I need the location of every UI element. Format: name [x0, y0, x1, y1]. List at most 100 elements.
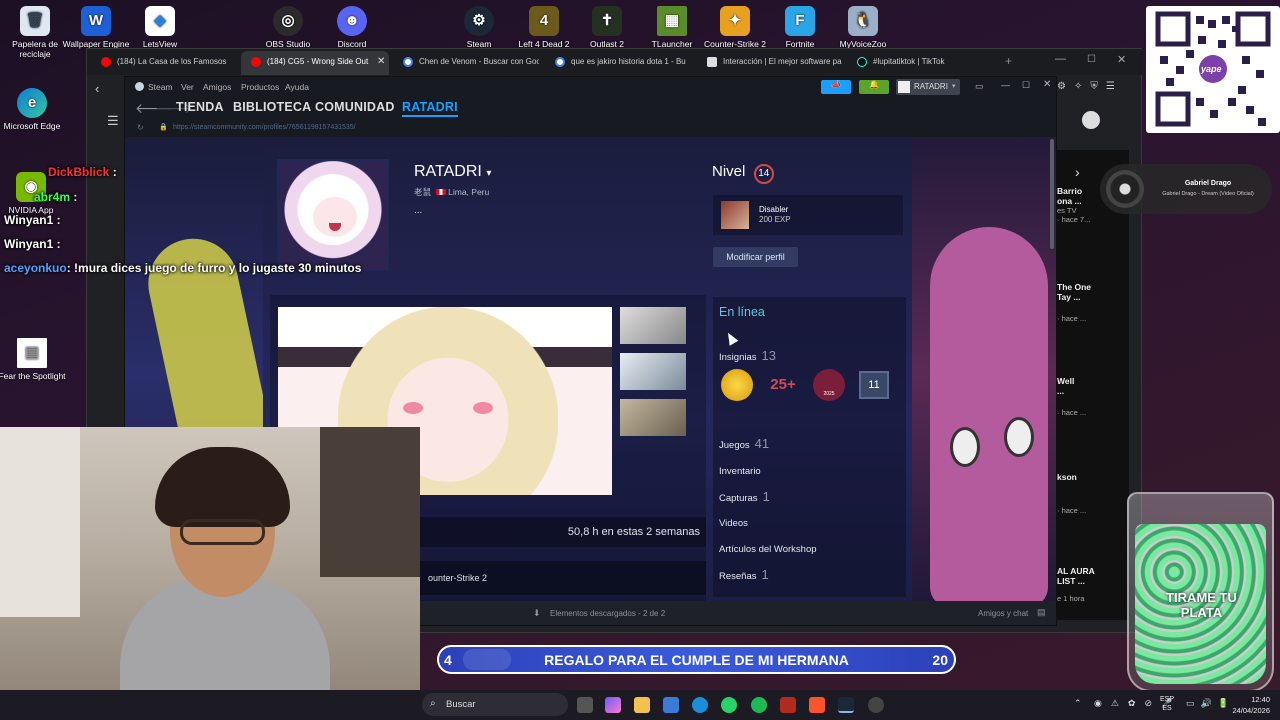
left4dead-icon: 4: [529, 6, 559, 36]
copilot-icon[interactable]: [605, 697, 621, 713]
sidebar-video-item[interactable]: The One Tay ... · hace ...: [1057, 282, 1127, 342]
badges-label: Insignias: [719, 352, 757, 363]
desktop-icon-fear-spotlight[interactable]: ▤ Fear the Spotlight: [0, 338, 67, 381]
inventory-link[interactable]: Inventario: [719, 466, 761, 477]
browser-tab[interactable]: (184) La Casa de los Famosos: [91, 51, 237, 75]
workshop-link[interactable]: Artículos del Workshop: [719, 544, 817, 555]
reload-icon[interactable]: ↻: [137, 123, 144, 132]
desktop-icon-tlauncher[interactable]: ▦ TLauncher: [637, 6, 707, 49]
bunny-eye: [1004, 417, 1034, 457]
spotify-icon[interactable]: [751, 697, 767, 713]
big-picture-icon[interactable]: ▭: [975, 81, 984, 92]
showcase-thumb[interactable]: [620, 399, 686, 436]
close-tab-icon[interactable]: ✕: [377, 56, 385, 67]
videos-link[interactable]: Videos: [719, 518, 748, 529]
menu-amigos[interactable]: Amigos: [203, 82, 231, 92]
games-link[interactable]: Juegos 41: [719, 435, 769, 453]
sidebar-video-item[interactable]: Well... · hace ...: [1057, 376, 1127, 436]
edge-icon[interactable]: [692, 697, 708, 713]
close-window-icon[interactable]: ✕: [1117, 53, 1126, 66]
steam-scrollbar[interactable]: [1050, 139, 1054, 249]
desktop-icon-cs2[interactable]: ✦ Counter-Strike 2: [700, 6, 770, 49]
whatsapp-icon[interactable]: [721, 697, 737, 713]
sidebar-video-item[interactable]: AL AURA LIST ... e 1 hora: [1057, 566, 1127, 616]
minimize-icon[interactable]: —: [1055, 53, 1066, 65]
nav-ratadri[interactable]: RATADRI: [402, 100, 458, 117]
menu-steam[interactable]: Steam: [148, 82, 173, 92]
badges-link[interactable]: Insignias 13: [719, 347, 776, 365]
announce-button[interactable]: 📣: [821, 80, 851, 94]
profile-avatar[interactable]: [1082, 111, 1100, 129]
desktop-icon-myvoicezoo[interactable]: 🐧 MyVoiceZoo: [828, 6, 898, 49]
steam-url-bar[interactable]: ↻ 🔒 https://steamcommunity.com/profiles/…: [125, 121, 1056, 137]
level-badge-icon[interactable]: 11: [859, 371, 889, 399]
sidebar-video-item[interactable]: kson · hace ...: [1057, 472, 1127, 522]
desktop-icon-obs[interactable]: ◎ OBS Studio: [253, 6, 323, 49]
background-art-bunny: [930, 227, 1048, 607]
account-menu[interactable]: RATADRI ▾: [896, 79, 960, 95]
profile-name[interactable]: RATADRI ▾: [414, 163, 491, 181]
menu-ver[interactable]: Ver: [181, 82, 194, 92]
desktop-icon-wallpaper-engine[interactable]: W Wallpaper Engine: [61, 6, 131, 49]
menu-icon[interactable]: ☰: [107, 113, 119, 129]
browser-tab[interactable]: Interacción | El mejor software pa: [697, 51, 843, 75]
chat-text: : !mura dices juego de furro y lo jugast…: [66, 261, 362, 275]
nav-comunidad[interactable]: COMUNIDAD: [315, 100, 395, 114]
browser-tab-active[interactable]: (184) CG5 - Wrong Side Out: [241, 51, 389, 75]
nav-biblioteca[interactable]: BIBLIOTECA: [233, 100, 311, 114]
steam-minimize-icon[interactable]: —: [1001, 80, 1010, 90]
back-icon[interactable]: ‹: [95, 81, 99, 96]
steam-taskbar-icon[interactable]: [838, 697, 854, 713]
download-icon: ⬇: [533, 608, 541, 618]
friends-chat-link[interactable]: Amigos y chat: [978, 609, 1028, 618]
reviews-link[interactable]: Reseñas 1: [719, 566, 769, 584]
lock-icon: 🔒: [159, 124, 168, 131]
friends-chat-icon[interactable]: ▤: [1037, 607, 1046, 618]
years-badge-icon[interactable]: 25+: [765, 371, 801, 399]
browser-tab[interactable]: Chen de Venom - Buscar con Goo: [393, 51, 539, 75]
desktop-icon-letsview[interactable]: ◆ LetsView: [125, 6, 195, 49]
showcase-thumb[interactable]: [620, 307, 686, 344]
screenshots-link[interactable]: Capturas 1: [719, 488, 770, 506]
desktop-icon-outlast[interactable]: ✝ Outlast 2: [572, 6, 642, 49]
task-view-icon[interactable]: [577, 697, 593, 713]
downloads-status[interactable]: Elementos descargados - 2 de 2: [550, 609, 665, 618]
menu-productos[interactable]: Productos: [241, 82, 279, 92]
file-explorer-icon[interactable]: [634, 697, 650, 713]
steam-close-icon[interactable]: ✕: [1043, 79, 1051, 90]
desktop-icon-discord[interactable]: ☻ Discord: [317, 6, 387, 49]
dota-icon[interactable]: [780, 697, 796, 713]
desktop-icon-recycle-bin[interactable]: 🗑 Papelera de reciclaje: [0, 6, 70, 59]
store-icon[interactable]: [663, 697, 679, 713]
browser-tab[interactable]: #lupitatiktok | TikTok: [847, 51, 997, 75]
nav-tienda[interactable]: TIENDA: [176, 100, 224, 114]
account-avatar: [898, 81, 910, 93]
desktop-icon-steam[interactable]: ⚙ Steam: [444, 6, 514, 49]
chat-text: :: [56, 237, 61, 251]
desktop-icon-fortnite[interactable]: F Fortnite: [765, 6, 835, 49]
showcase-thumb[interactable]: [620, 353, 686, 390]
menu-ayuda[interactable]: Ayuda: [285, 82, 309, 92]
tray-chevron-icon[interactable]: ⌃: [1074, 698, 1082, 709]
profile-name-text: RATADRI: [414, 163, 482, 180]
maximize-icon[interactable]: ☐: [1087, 54, 1096, 65]
gold-coin-badge-icon[interactable]: [721, 369, 753, 401]
language-indicator[interactable]: ESP ES: [1160, 695, 1174, 713]
edit-profile-button[interactable]: Modificar perfil: [713, 247, 798, 267]
steam-maximize-icon[interactable]: ☐: [1022, 80, 1030, 91]
steam-2025-badge-icon[interactable]: 2025: [813, 369, 845, 401]
settings-icon[interactable]: [868, 697, 884, 713]
brave-icon[interactable]: [809, 697, 825, 713]
featured-badge[interactable]: Disabler 200 EXP: [713, 195, 903, 235]
profile-realname: 老鼠 Lima, Peru: [414, 186, 489, 198]
chevron-right-icon[interactable]: ›: [1075, 164, 1080, 180]
browser-tab[interactable]: que es jakiro historia dota 1 - Bu: [545, 51, 691, 75]
taskbar-search[interactable]: ⌕ Buscar: [422, 693, 568, 716]
desktop-icon-left4dead[interactable]: 4 Left 4 Dead 2: [509, 6, 579, 49]
chat-message: DickBblick :: [4, 165, 117, 179]
new-tab-icon[interactable]: +: [1005, 54, 1012, 68]
obs-icon: ◎: [273, 6, 303, 36]
notifications-button[interactable]: 🔔: [859, 80, 889, 94]
desktop-icon-edge[interactable]: e Microsoft Edge: [0, 88, 67, 131]
clock[interactable]: 12:40 24/04/2026: [1222, 694, 1270, 716]
